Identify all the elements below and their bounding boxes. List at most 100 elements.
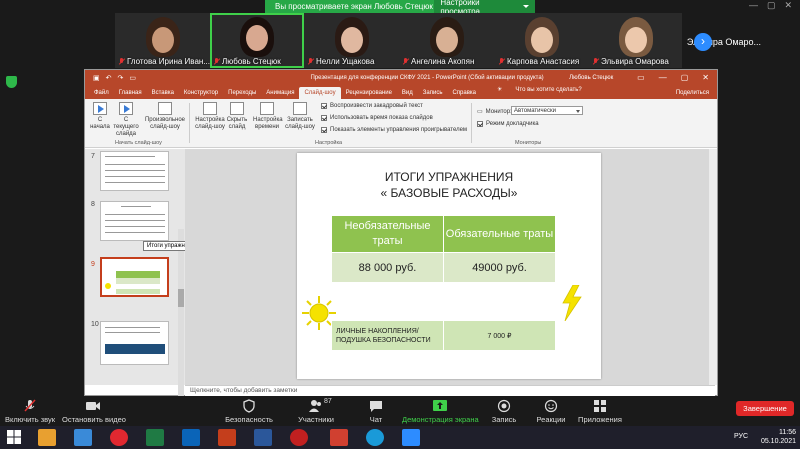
participant-tile[interactable]: Карпова Анастасия	[495, 13, 589, 68]
monitor-select[interactable]: Автоматически	[511, 106, 583, 115]
media-app-icon[interactable]	[290, 429, 308, 446]
use-timings-checkbox[interactable]: Использовать время показа слайдов	[321, 115, 433, 121]
tab-6[interactable]: Слайд-шоу	[299, 87, 341, 99]
custom-show-button[interactable]: Произвольное слайд-шоу	[143, 102, 187, 131]
group-label: Начать слайд-шоу	[115, 140, 162, 146]
participant-tile[interactable]: Нелли Ущакова	[304, 13, 399, 68]
tab-5[interactable]: Анимация	[261, 90, 299, 99]
narration-checkbox[interactable]: Воспроизвести закадровый текст	[321, 103, 423, 109]
security-button[interactable]: Безопасность	[224, 396, 274, 424]
redo-icon[interactable]: ↷	[118, 74, 124, 82]
avatar-face	[531, 27, 553, 53]
video-gallery: Глотова Ирина Иван... Любовь Стецюк Нелл…	[0, 13, 800, 68]
participant-name: Любовь Стецюк	[213, 57, 281, 66]
close-icon[interactable]: ✕	[702, 73, 709, 82]
savings-table[interactable]: ЛИЧНЫЕ НАКОПЛЕНИЯ/ ПОДУШКА БЕЗОПАСНОСТИ 7…	[331, 320, 556, 351]
current-slide[interactable]: ИТОГИ УПРАЖНЕНИЯ « БАЗОВЫЕ РАСХОДЫ» Необ…	[297, 153, 601, 379]
ppt-titlebar: ▣ ↶ ↷ ▭ Презентация для конференции СКФУ…	[85, 70, 717, 85]
photos-icon[interactable]	[74, 429, 92, 446]
chevron-right-icon: ›	[701, 34, 705, 48]
shield-icon[interactable]	[6, 76, 17, 88]
hide-slide-button[interactable]: Скрыть слайд	[226, 102, 248, 131]
slide-thumbnail[interactable]	[100, 151, 169, 191]
tab-9[interactable]: Запись	[418, 90, 448, 99]
participant-tile[interactable]: Ангелина Акопян	[399, 13, 495, 68]
media-controls-checkbox[interactable]: Показать элементы управления проигрывате…	[321, 127, 467, 133]
next-page-button[interactable]: ›	[694, 33, 712, 51]
file-explorer-icon[interactable]	[38, 429, 56, 446]
tab-2[interactable]: Вставка	[147, 90, 179, 99]
setup-show-button[interactable]: Настройка слайд-шоу	[195, 102, 225, 131]
mic-off-icon	[402, 57, 409, 66]
participant-name: Глотова Ирина Иван...	[118, 57, 210, 66]
reader-icon[interactable]	[330, 429, 348, 446]
smiley-icon	[534, 399, 568, 413]
apps-button[interactable]: Приложения	[578, 396, 622, 424]
tab-7[interactable]: Рецензирование	[341, 90, 397, 99]
minimize-icon[interactable]: —	[659, 73, 667, 82]
slide-scrollbar[interactable]	[709, 149, 717, 385]
user-name[interactable]: Любовь Стецюк	[569, 75, 629, 81]
record-show-button[interactable]: Записать слайд-шоу	[284, 102, 316, 131]
tab-4[interactable]: Переходы	[223, 90, 261, 99]
view-options-button[interactable]: Настройки просмотра	[434, 0, 535, 16]
tell-me-search[interactable]: ☀ Что вы хотите сделать?	[487, 86, 592, 99]
excel-icon[interactable]	[146, 429, 164, 446]
doc-title: Презентация для конференции СКФУ 2021 - …	[310, 74, 544, 81]
presenter-view-checkbox[interactable]: Режим докладчика	[477, 121, 539, 127]
setup-icon	[203, 102, 217, 115]
table-header-mandatory: Обязательные траты	[443, 215, 556, 253]
end-meeting-button[interactable]: Завершение	[736, 401, 794, 416]
clock[interactable]: 11:56 05.10.2021	[761, 428, 796, 446]
word-icon[interactable]	[254, 429, 272, 446]
minimize-icon[interactable]: —	[749, 0, 758, 12]
language-indicator[interactable]: РУС	[734, 433, 748, 440]
windows-start-icon[interactable]	[6, 429, 24, 446]
chat-button[interactable]: Чат	[364, 396, 388, 424]
group-label: Мониторы	[515, 140, 542, 146]
ribbon-options-icon[interactable]: ▭	[637, 73, 645, 82]
from-current-button[interactable]: С текущего слайда	[113, 102, 139, 138]
participant-tile-active[interactable]: Любовь Стецюк	[210, 13, 304, 68]
tab-0[interactable]: Файл	[89, 90, 114, 99]
yandex-browser-icon[interactable]	[110, 429, 128, 446]
edge-icon[interactable]	[366, 429, 384, 446]
slide-thumbnail[interactable]	[100, 321, 169, 365]
unmute-button[interactable]: Включить звук	[4, 396, 56, 424]
tab-1[interactable]: Главная	[114, 90, 147, 99]
outlook-icon[interactable]	[182, 429, 200, 446]
share-screen-button[interactable]: Демонстрация экрана	[402, 396, 479, 424]
zoom-icon[interactable]	[402, 429, 420, 446]
lightning-icon[interactable]	[559, 284, 583, 326]
undo-icon[interactable]: ↶	[106, 74, 112, 82]
reactions-button[interactable]: Реакции	[534, 396, 568, 424]
participants-button[interactable]: 87 Участники	[294, 396, 338, 424]
checkbox-checked-icon	[321, 127, 327, 133]
share-link[interactable]: Поделиться	[671, 90, 717, 99]
lightbulb-icon: ☀	[497, 87, 503, 93]
from-start-button[interactable]: С начала	[89, 102, 111, 131]
close-icon[interactable]: ✕	[784, 0, 792, 12]
participant-tile[interactable]: Эльвира Омарова	[589, 13, 682, 68]
maximize-icon[interactable]: ▢	[681, 73, 689, 82]
checkbox-checked-icon	[321, 103, 327, 109]
tab-10[interactable]: Справка	[447, 90, 481, 99]
maximize-icon[interactable]: ▢	[767, 0, 776, 12]
rehearse-timings-button[interactable]: Настройка времени	[253, 102, 283, 131]
scrollbar-thumb[interactable]	[178, 289, 184, 307]
hide-slide-icon	[230, 102, 244, 115]
slide-thumbnail[interactable]	[100, 201, 169, 241]
custom-show-icon	[158, 102, 172, 115]
participant-tile[interactable]: Глотова Ирина Иван...	[115, 13, 210, 68]
slide-title[interactable]: ИТОГИ УПРАЖНЕНИЯ « БАЗОВЫЕ РАСХОДЫ»	[297, 169, 601, 201]
slideshow-icon[interactable]: ▭	[129, 74, 136, 82]
record-button[interactable]: Запись	[490, 396, 518, 424]
powerpoint-icon[interactable]	[218, 429, 236, 446]
slide-thumbnail-selected[interactable]	[100, 257, 169, 297]
save-icon[interactable]: ▣	[93, 74, 100, 82]
timer-icon	[260, 102, 274, 115]
tab-8[interactable]: Вид	[397, 90, 418, 99]
stop-video-button[interactable]: Остановить видео	[62, 396, 126, 424]
expenses-table[interactable]: Необязательные траты Обязательные траты 8…	[331, 215, 556, 283]
tab-3[interactable]: Конструктор	[179, 90, 223, 99]
